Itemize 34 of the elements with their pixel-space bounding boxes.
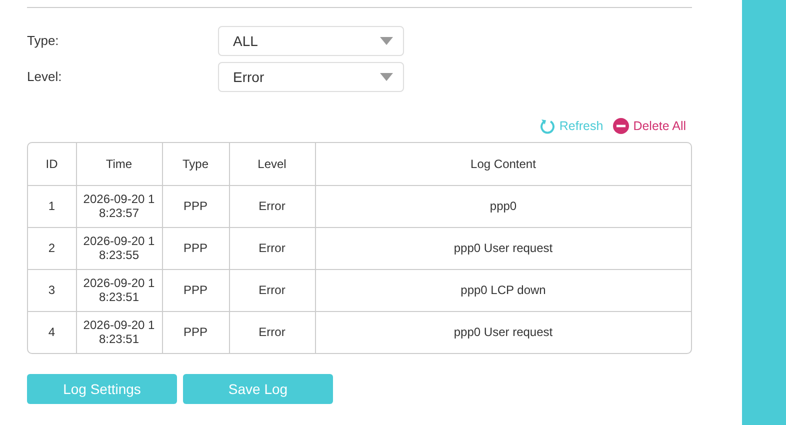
refresh-icon [540, 118, 556, 134]
column-header: Level [229, 143, 315, 185]
caret-icon [380, 37, 393, 45]
table-cell: ppp0 LCP down [315, 269, 691, 311]
column-header: Time [76, 143, 162, 185]
dropdown[interactable]: ALL [218, 26, 404, 56]
column-header: Type [162, 143, 229, 185]
table-cell: 4 [28, 311, 76, 353]
table-cell-text: 2026-09-20 18:23:51 [82, 318, 156, 347]
field-label: Type: [27, 32, 60, 50]
table-cell: PPP [162, 311, 229, 353]
column-header: ID [28, 143, 76, 185]
table-cell: ppp0 User request [315, 227, 691, 269]
table-cell: ppp0 User request [315, 311, 691, 353]
table-cell: Error [229, 311, 315, 353]
table-cell-text: 2026-09-20 18:23:55 [82, 234, 156, 262]
table-cell: PPP [162, 269, 229, 311]
table-cell: Error [229, 185, 315, 227]
table-cell: 3 [28, 269, 76, 311]
table-cell-text: 2026-09-20 18:23:57 [82, 192, 156, 220]
dropdown[interactable]: Error [218, 62, 404, 92]
delete-icon [613, 118, 630, 134]
delete-all-button[interactable]: Delete All [613, 116, 686, 136]
caret-icon [380, 73, 393, 81]
table-cell: ppp0 [315, 185, 691, 227]
field-label: Level: [27, 68, 63, 86]
table-cell: PPP [162, 227, 229, 269]
table-cell-text: 2026-09-20 18:23:51 [82, 276, 156, 304]
table-cell: Error [229, 227, 315, 269]
table-cell: PPP [162, 185, 229, 227]
table-cell: Error [229, 269, 315, 311]
table-cell: 1 [28, 185, 76, 227]
table-cell: 2 [28, 227, 76, 269]
column-header: Log Content [315, 143, 691, 185]
